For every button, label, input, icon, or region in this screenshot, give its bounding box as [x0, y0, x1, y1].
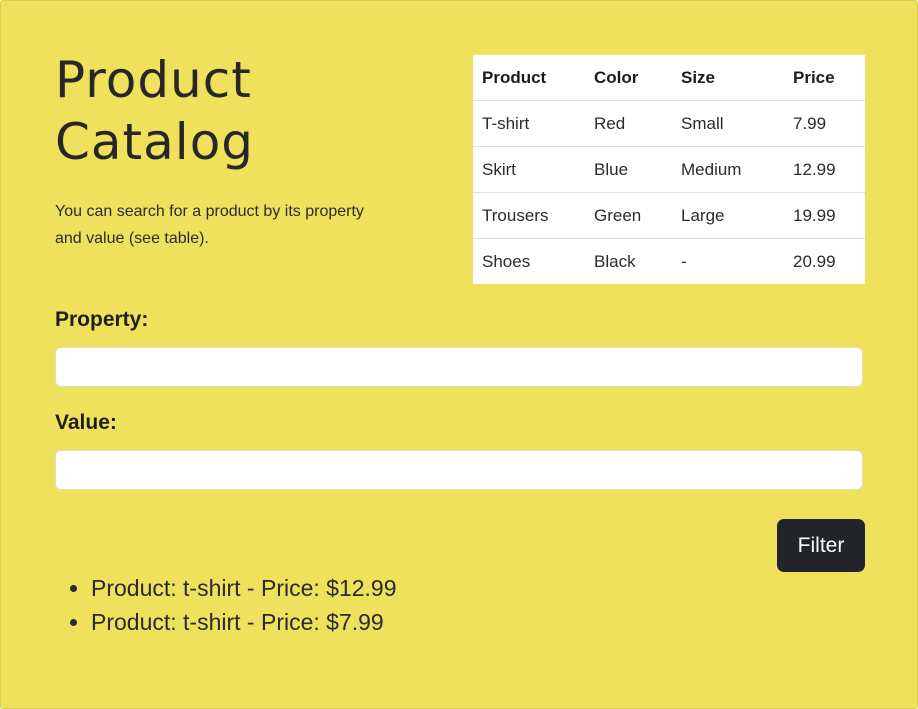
property-input[interactable] [55, 347, 863, 387]
result-item: Product: t-shirt - Price: $12.99 [91, 571, 397, 605]
property-label: Property: [55, 308, 149, 331]
value-input[interactable] [55, 450, 863, 490]
column-header-size: Size [672, 55, 784, 101]
product-table: Product Color Size Price T-shirt Red Sma… [473, 55, 865, 284]
results-list: Product: t-shirt - Price: $12.99 Product… [55, 571, 397, 639]
column-header-color: Color [585, 55, 672, 101]
page-title: Product Catalog [55, 51, 255, 171]
table-cell-color: Red [585, 100, 672, 147]
table-header-row: Product Color Size Price [473, 55, 865, 101]
table-row: Skirt Blue Medium 12.99 [473, 146, 865, 193]
table-cell-product: T-shirt [473, 100, 585, 147]
table-row: T-shirt Red Small 7.99 [473, 100, 865, 147]
table-cell-size: Small [672, 100, 784, 147]
table-cell-price: 7.99 [784, 100, 865, 147]
column-header-product: Product [473, 55, 585, 101]
table-row: Trousers Green Large 19.99 [473, 192, 865, 239]
table-cell-color: Green [585, 192, 672, 239]
result-item: Product: t-shirt - Price: $7.99 [91, 605, 397, 639]
table-cell-product: Shoes [482, 251, 531, 271]
table-cell-color: Black [594, 251, 636, 271]
table-cell-product: Skirt [473, 146, 585, 193]
table-cell-product: Trousers [473, 192, 585, 239]
table-cell-size: Medium [672, 146, 784, 193]
page-description: You can search for a product by its prop… [55, 203, 364, 247]
table-cell-color: Blue [585, 146, 672, 193]
table-cell-size: - [681, 251, 687, 271]
filter-button[interactable]: Filter [777, 519, 865, 572]
value-label: Value: [55, 411, 117, 434]
column-header-price: Price [784, 55, 865, 101]
table-row: Shoes Black - 20.99 [473, 239, 865, 285]
table-cell-price: 20.99 [793, 251, 836, 271]
table-cell-price: 12.99 [784, 146, 865, 193]
product-catalog-card: Product Catalog You can search for a pro… [0, 0, 918, 709]
table-cell-size: Large [672, 192, 784, 239]
table-cell-price: 19.99 [784, 192, 865, 239]
